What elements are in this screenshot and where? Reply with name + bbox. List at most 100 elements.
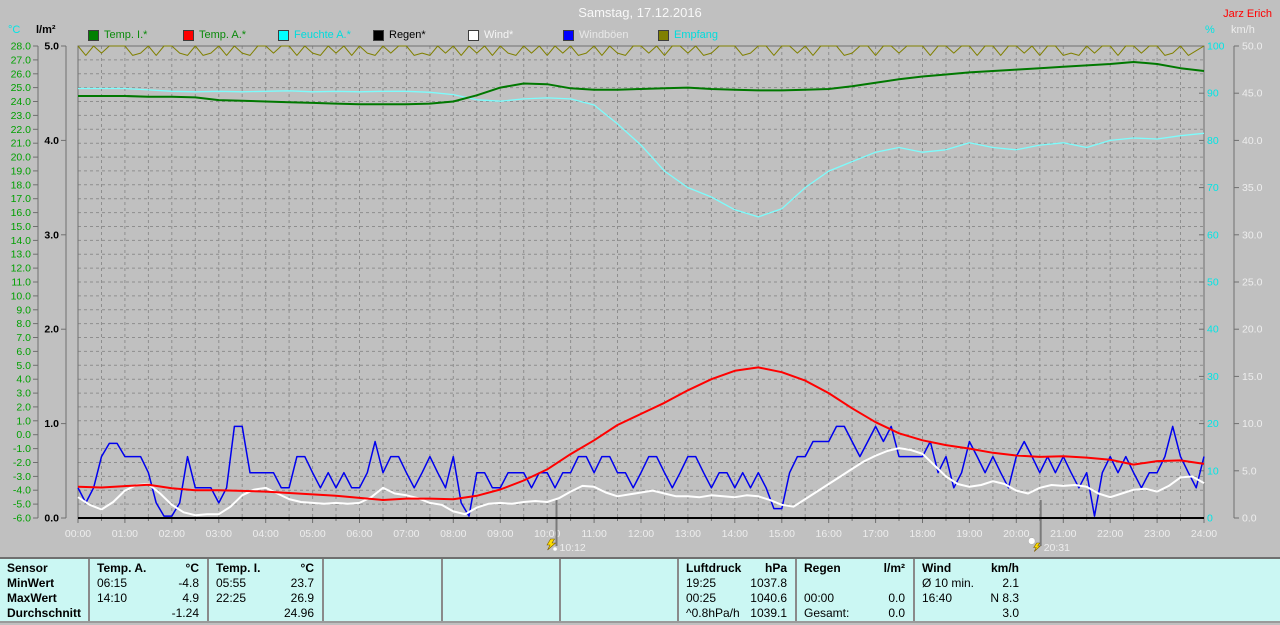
- max-time: 00:25: [686, 591, 717, 605]
- axis-tick-label-temp_c: 8.0: [16, 318, 31, 330]
- axis-tick-label-temp_c: 15.0: [11, 221, 32, 233]
- axis-tick-label-temp_c: 2.0: [16, 401, 31, 413]
- max-value: 4.9: [182, 591, 199, 605]
- sensor-name: Wind: [922, 561, 952, 575]
- axis-tick-label-humidity_pct: 20: [1207, 418, 1219, 430]
- axis-tick-label-wind_kmh: 35.0: [1242, 182, 1263, 194]
- rain-total-value: 0.0: [888, 606, 905, 620]
- axis-tick-label-temp_c: 25.0: [11, 82, 32, 94]
- x-axis-label: 04:00: [253, 528, 279, 540]
- stats-col-empty-2: [441, 559, 559, 621]
- stats-col-pressure: Luftdruck hPa 19:25 1037.8 00:25 1040.6 ^0.…: [677, 559, 795, 621]
- max-value: 1040.6: [750, 591, 787, 605]
- min-value: 1037.8: [750, 576, 787, 590]
- axis-tick-label-temp_c: 27.0: [11, 54, 32, 66]
- temp-a-swatch-icon: [183, 29, 194, 41]
- min-time: 05:55: [216, 576, 247, 590]
- axis-tick-label-temp_c: 1.0: [16, 415, 31, 427]
- x-axis-label: 13:00: [675, 528, 701, 540]
- empfang-swatch-icon: [658, 29, 669, 41]
- max-value: 26.9: [290, 591, 314, 605]
- x-axis-label: 01:00: [112, 528, 138, 540]
- axis-tick-label-temp_c: 11.0: [11, 277, 31, 289]
- x-axis-label: 22:00: [1097, 528, 1123, 540]
- axis-tick-label-wind_kmh: 0.0: [1242, 513, 1257, 525]
- x-axis-label: 19:00: [956, 528, 982, 540]
- axis-unit-temp: °C: [8, 24, 21, 36]
- x-axis-label: 16:00: [816, 528, 842, 540]
- x-axis-label: 11:00: [581, 528, 607, 540]
- axis-tick-label-wind_kmh: 15.0: [1242, 371, 1263, 383]
- stats-table: Sensor MinWert MaxWert Durchschnitt Temp…: [0, 557, 1280, 623]
- axis-tick-label-temp_c: 28.0: [11, 41, 32, 53]
- legend-item-wind: Wind*: [468, 29, 513, 41]
- axis-tick-label-temp_c: 24.0: [11, 96, 32, 108]
- sensor-unit: hPa: [764, 561, 787, 575]
- axis-tick-label-humidity_pct: 0: [1207, 513, 1213, 525]
- axis-tick-label-wind_kmh: 50.0: [1242, 41, 1263, 53]
- axis-tick-label-temp_c: 26.0: [11, 68, 32, 80]
- stats-col-empty-1: [322, 559, 441, 621]
- x-axis-label: 03:00: [206, 528, 232, 540]
- x-axis-label: 07:00: [393, 528, 419, 540]
- axis-tick-label-temp_c: -6.0: [13, 513, 31, 525]
- axis-tick-label-temp_c: -5.0: [13, 499, 31, 511]
- min-time: 19:25: [686, 576, 717, 590]
- station-owner-label: Jarz Erich: [1223, 8, 1272, 20]
- legend-label: Regen*: [389, 29, 426, 41]
- legend-item-windboeen: Windböen: [563, 29, 629, 41]
- axis-tick-label-temp_c: 3.0: [16, 388, 31, 400]
- feuchte-swatch-icon: [278, 29, 289, 41]
- x-axis-label: 02:00: [159, 528, 185, 540]
- axis-tick-label-temp_c: 10.0: [11, 290, 32, 302]
- wind-avg-value: 2.1: [1002, 576, 1019, 590]
- legend-label: Temp. A.*: [199, 29, 247, 41]
- axis-tick-label-temp_c: 23.0: [11, 110, 32, 122]
- event-marker-label: 20:31: [1044, 542, 1070, 554]
- x-axis-label: 23:00: [1144, 528, 1170, 540]
- axis-tick-label-temp_c: 14.0: [11, 235, 32, 247]
- axis-tick-label-humidity_pct: 10: [1207, 465, 1219, 477]
- axis-tick-label-rain_lm2: 1.0: [44, 418, 59, 430]
- stats-col-temp-i: Temp. I. °C 05:55 23.7 22:25 26.9 24.96: [207, 559, 322, 621]
- stats-col-temp-a: Temp. A. °C 06:15 -4.8 14:10 4.9 -1.24: [88, 559, 207, 621]
- axis-unit-wind: km/h: [1231, 24, 1255, 36]
- axis-tick-label-temp_c: 17.0: [11, 193, 32, 205]
- axis-tick-label-temp_c: 4.0: [16, 374, 31, 386]
- axis-unit-rain: l/m²: [36, 24, 56, 36]
- axis-tick-label-humidity_pct: 80: [1207, 135, 1219, 147]
- axis-tick-label-temp_c: 0.0: [16, 429, 31, 441]
- rain-time: 00:00: [804, 591, 835, 605]
- axis-tick-label-humidity_pct: 90: [1207, 88, 1219, 100]
- lightning-icon: [1033, 542, 1042, 552]
- x-axis-label: 08:00: [440, 528, 466, 540]
- axis-tick-label-humidity_pct: 30: [1207, 371, 1219, 383]
- axis-tick-label-temp_c: 6.0: [16, 346, 31, 358]
- axis-tick-label-humidity_pct: 50: [1207, 277, 1219, 289]
- max-time: 22:25: [216, 591, 247, 605]
- x-axis-label: 12:00: [628, 528, 654, 540]
- rain-value: 0.0: [888, 591, 905, 605]
- event-marker-label: 10:12: [560, 542, 586, 554]
- stats-row-label: MaxWert: [7, 591, 57, 605]
- weather-chart-window: { "header": { "title": "Samstag, 17.12.2…: [0, 0, 1280, 625]
- x-axis-label: 05:00: [299, 528, 325, 540]
- axis-tick-label-wind_kmh: 5.0: [1242, 465, 1257, 477]
- stats-col-wind: Wind km/h Ø 10 min. 2.1 16:40 N 8.3 3.0: [913, 559, 1280, 621]
- axis-tick-label-wind_kmh: 25.0: [1242, 277, 1263, 289]
- x-axis-label: 21:00: [1050, 528, 1076, 540]
- wind-avg-label: Ø 10 min.: [922, 576, 975, 590]
- cloud-icon: [1028, 537, 1036, 545]
- stats-col-rain: Regen l/m² 00:00 0.0 Gesamt: 0.0: [795, 559, 913, 621]
- chart-canvas: -6.0-5.0-4.0-3.0-2.0-1.00.01.02.03.04.05…: [11, 41, 1263, 555]
- sensor-name: Luftdruck: [686, 561, 742, 575]
- regen-swatch-icon: [373, 29, 384, 41]
- axis-tick-label-rain_lm2: 3.0: [44, 229, 59, 241]
- axis-tick-label-wind_kmh: 45.0: [1242, 88, 1263, 100]
- axis-tick-label-humidity_pct: 100: [1207, 41, 1225, 53]
- axis-tick-label-temp_c: 21.0: [11, 138, 32, 150]
- axis-tick-label-wind_kmh: 10.0: [1242, 418, 1263, 430]
- axis-tick-label-temp_c: 16.0: [11, 207, 32, 219]
- legend-label: Feuchte A.*: [294, 29, 351, 41]
- min-value: -4.8: [178, 576, 199, 590]
